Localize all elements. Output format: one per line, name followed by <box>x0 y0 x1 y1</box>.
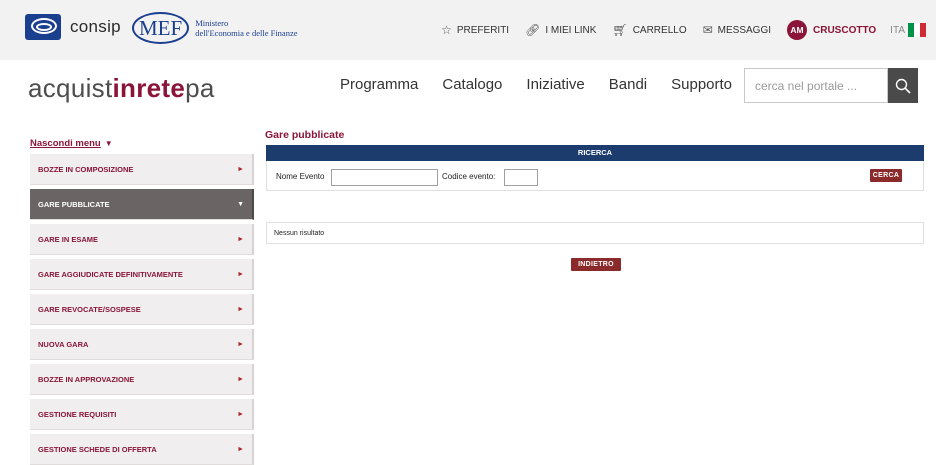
sidebar-item-label: GESTIONE REQUISITI <box>38 409 117 419</box>
mef-line1: Ministero <box>195 18 229 28</box>
caret-right-icon: ► <box>237 305 244 313</box>
envelope-icon: ✉ <box>702 23 713 37</box>
main-nav: Programma Catalogo Iniziative Bandi Supp… <box>340 76 756 93</box>
acquistinretepa-logo[interactable]: acquistinretepa <box>28 73 215 104</box>
nav-catalogo[interactable]: Catalogo <box>442 76 502 93</box>
no-results-text: Nessun risultato <box>274 230 325 237</box>
nome-evento-label: Nome Evento <box>276 172 325 181</box>
caret-right-icon: ► <box>237 165 244 173</box>
nav-programma[interactable]: Programma <box>340 76 418 93</box>
hide-menu-toggle[interactable]: Nascondi menu ▼ <box>30 138 113 149</box>
miei-link-link[interactable]: 🔗︎ I MIEI LINK <box>525 23 596 37</box>
page-title: Gare pubblicate <box>265 129 345 141</box>
cerca-button[interactable]: CERCA <box>870 169 902 182</box>
top-bar: consip MEF Ministero dell'Economia e del… <box>0 0 936 60</box>
search-form: Nome Evento Codice evento: CERCA <box>266 161 924 191</box>
messaggi-label: MESSAGGI <box>717 24 772 36</box>
preferiti-label: PREFERITI <box>456 24 510 36</box>
sidebar-item-label: NUOVA GARA <box>38 339 89 349</box>
sidebar-item-nuova-gara[interactable]: NUOVA GARA ► <box>30 329 254 360</box>
search-section-header: RICERCA <box>266 145 924 161</box>
sidebar-item-label: BOZZE IN APPROVAZIONE <box>38 374 135 384</box>
miei-link-label: I MIEI LINK <box>545 24 597 36</box>
indietro-button[interactable]: INDIETRO <box>571 258 621 271</box>
caret-right-icon: ► <box>237 445 244 453</box>
caret-right-icon: ► <box>237 375 244 383</box>
sidebar-item-label: GARE IN ESAME <box>38 234 99 244</box>
sidebar-item-gare-pubblicate[interactable]: GARE PUBBLICATE ▼ <box>30 189 254 220</box>
caret-right-icon: ► <box>237 235 244 243</box>
sidebar-item-bozze-in-approvazione[interactable]: BOZZE IN APPROVAZIONE ► <box>30 364 254 395</box>
search-button[interactable] <box>888 68 918 103</box>
link-icon: 🔗︎ <box>525 23 541 37</box>
codice-evento-label: Codice evento: <box>442 172 496 181</box>
nav-iniziative[interactable]: Iniziative <box>526 76 584 93</box>
star-icon: ☆ <box>441 23 452 37</box>
brand-part-3: pa <box>185 73 215 103</box>
brand-part-2: inrete <box>112 73 186 103</box>
mef-line2: dell'Economia e delle Finanze <box>195 28 298 38</box>
utility-nav: ☆ PREFERITI 🔗︎ I MIEI LINK 🛒︎ CARRELLO ✉… <box>425 20 926 40</box>
sidebar-menu: BOZZE IN COMPOSIZIONE ► GARE PUBBLICATE … <box>30 154 254 465</box>
triangle-down-icon: ▼ <box>104 139 113 148</box>
sidebar-item-bozze-in-composizione[interactable]: BOZZE IN COMPOSIZIONE ► <box>30 154 254 185</box>
caret-right-icon: ► <box>237 270 244 278</box>
sidebar-item-label: GARE REVOCATE/SOSPESE <box>38 304 141 314</box>
italian-flag-icon <box>908 23 926 37</box>
mef-wordmark: MEF <box>132 12 190 44</box>
sidebar-item-gestione-schede-offerta[interactable]: GESTIONE SCHEDE DI OFFERTA ► <box>30 434 254 465</box>
avatar: AM <box>787 20 808 40</box>
search-input[interactable] <box>744 68 888 103</box>
mef-logo[interactable]: MEF Ministero dell'Economia e delle Fina… <box>132 12 298 44</box>
hide-menu-label: Nascondi menu <box>30 138 101 149</box>
sidebar-item-label: BOZZE IN COMPOSIZIONE <box>38 164 134 174</box>
sidebar-item-gestione-requisiti[interactable]: GESTIONE REQUISITI ► <box>30 399 254 430</box>
magnifier-icon <box>895 78 911 94</box>
sidebar-item-gare-revocate-sospese[interactable]: GARE REVOCATE/SOSPESE ► <box>30 294 254 325</box>
caret-down-icon: ▼ <box>237 200 244 208</box>
consip-mark-icon <box>25 14 61 40</box>
brand-part-1: acquist <box>28 73 113 103</box>
cart-icon: 🛒︎ <box>612 23 628 37</box>
sidebar-item-label: GARE PUBBLICATE <box>38 199 110 209</box>
sidebar-item-label: GESTIONE SCHEDE DI OFFERTA <box>38 444 157 454</box>
carrello-label: CARRELLO <box>632 24 687 36</box>
results-panel: Nessun risultato <box>266 222 924 244</box>
consip-wordmark: consip <box>70 17 121 36</box>
nav-supporto[interactable]: Supporto <box>671 76 732 93</box>
consip-logo[interactable]: consip <box>25 14 121 40</box>
portal-search <box>744 68 918 103</box>
language-selector[interactable]: ITA <box>890 25 905 36</box>
cruscotto-label: CRUSCOTTO <box>813 24 877 36</box>
mef-ministry-text: Ministero dell'Economia e delle Finanze <box>195 18 297 38</box>
codice-evento-input[interactable] <box>504 169 538 186</box>
carrello-link[interactable]: 🛒︎ CARRELLO <box>612 23 686 37</box>
nav-bandi[interactable]: Bandi <box>609 76 647 93</box>
preferiti-link[interactable]: ☆ PREFERITI <box>441 23 509 37</box>
cruscotto-link[interactable]: AM CRUSCOTTO <box>787 20 876 40</box>
nome-evento-input[interactable] <box>331 169 438 186</box>
caret-right-icon: ► <box>237 410 244 418</box>
caret-right-icon: ► <box>237 340 244 348</box>
sidebar-item-label: GARE AGGIUDICATE DEFINITIVAMENTE <box>38 269 183 279</box>
messaggi-link[interactable]: ✉ MESSAGGI <box>703 23 771 37</box>
sidebar-item-gare-aggiudicate[interactable]: GARE AGGIUDICATE DEFINITIVAMENTE ► <box>30 259 254 290</box>
sidebar-item-gare-in-esame[interactable]: GARE IN ESAME ► <box>30 224 254 255</box>
